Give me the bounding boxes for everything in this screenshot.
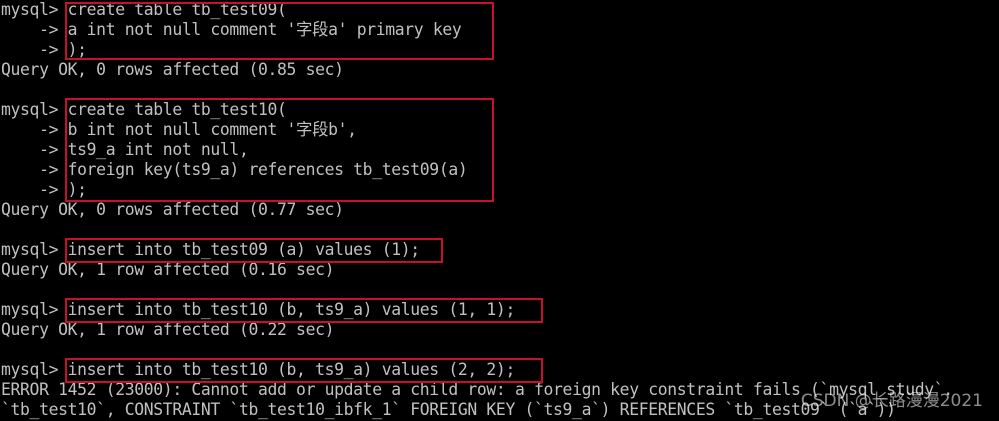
terminal-error-line-2: `tb_test10`, CONSTRAINT `tb_test10_ibfk_… [1, 400, 896, 419]
terminal-line-1: mysql> create table tb_test09( [1, 0, 287, 19]
terminal-line-14: Query OK, 1 row affected (0.16 sec) [1, 260, 335, 279]
terminal-line-7: -> b int not null comment '字段b', [1, 120, 357, 139]
terminal-line-3: -> ); [1, 40, 87, 59]
terminal-line-8: -> ts9_a int not null, [1, 140, 249, 159]
terminal-line-19: mysql> insert into tb_test10 (b, ts9_a) … [1, 360, 515, 379]
terminal-line-17: Query OK, 1 row affected (0.22 sec) [1, 320, 335, 339]
terminal-line-2: -> a int not null comment '字段a' primary … [1, 20, 462, 39]
terminal-line-6: mysql> create table tb_test10( [1, 100, 287, 119]
terminal-line-10: -> ); [1, 180, 87, 199]
csdn-watermark: CSDN @长路漫漫2021 [800, 391, 983, 411]
terminal-line-11: Query OK, 0 rows affected (0.77 sec) [1, 200, 344, 219]
terminal-line-13: mysql> insert into tb_test09 (a) values … [1, 240, 420, 259]
terminal-line-9: -> foreign key(ts9_a) references tb_test… [1, 160, 468, 179]
terminal-line-4: Query OK, 0 rows affected (0.85 sec) [1, 60, 344, 79]
mysql-terminal-window[interactable]: mysql> create table tb_test09( -> a int … [0, 0, 999, 421]
terminal-line-16: mysql> insert into tb_test10 (b, ts9_a) … [1, 300, 515, 319]
